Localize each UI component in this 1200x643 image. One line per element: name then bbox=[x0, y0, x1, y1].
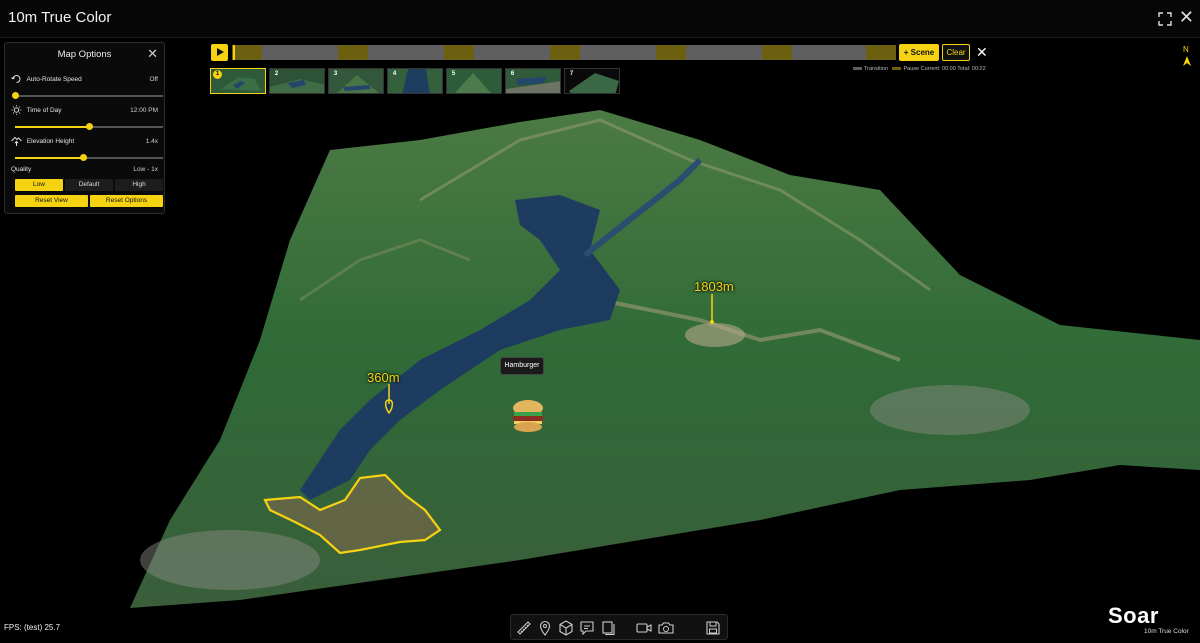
comment-icon[interactable] bbox=[578, 619, 596, 637]
brand-subtitle: 10m True Color bbox=[1144, 628, 1189, 635]
scene-thumb[interactable]: 1 bbox=[210, 68, 266, 94]
scene-number: 3 bbox=[333, 71, 338, 77]
auto-rotate-label: Auto-Rotate Speed bbox=[26, 76, 82, 83]
title-bar: 10m True Color ✕ bbox=[0, 0, 1200, 38]
elevation-height-slider[interactable] bbox=[15, 154, 163, 161]
legend-pause: Pause bbox=[903, 66, 920, 72]
brand-logo: Soar 10m True Color bbox=[1108, 603, 1196, 635]
elevation-height-label: Elevation Height bbox=[26, 138, 75, 145]
scene-number: 7 bbox=[569, 71, 574, 77]
fullscreen-icon[interactable] bbox=[1158, 12, 1172, 26]
camera-icon[interactable] bbox=[657, 619, 675, 637]
current-time: Current: 00:00 bbox=[920, 66, 956, 72]
time-of-day-row: Time of Day 12:00 PM bbox=[11, 105, 158, 117]
auto-rotate-slider[interactable] bbox=[12, 92, 163, 99]
scene-thumb[interactable]: 4 bbox=[387, 68, 443, 94]
panel-close-icon[interactable]: ✕ bbox=[147, 46, 158, 62]
legend-transition: Transition bbox=[864, 66, 888, 72]
scene-thumb[interactable]: 5 bbox=[446, 68, 502, 94]
time-of-day-slider[interactable] bbox=[15, 123, 163, 130]
scene-thumb[interactable]: 2 bbox=[269, 68, 325, 94]
total-time: Total: 00:22 bbox=[957, 66, 986, 72]
scene-thumb[interactable]: 6 bbox=[505, 68, 561, 94]
marker-tooltip: Hamburger bbox=[500, 357, 544, 375]
page-title: 10m True Color bbox=[8, 9, 112, 26]
map-options-panel: Map Options ✕ Auto-Rotate Speed Off Time… bbox=[4, 42, 165, 214]
timeline-cursor[interactable] bbox=[233, 45, 235, 60]
scene-number: 1 bbox=[213, 70, 222, 79]
rotate-icon bbox=[11, 75, 21, 84]
clear-button[interactable]: Clear bbox=[942, 44, 970, 61]
north-arrow-icon[interactable]: N bbox=[1180, 44, 1194, 68]
peak-elevation-label: 1803m bbox=[694, 279, 734, 294]
elevation-icon bbox=[11, 137, 22, 147]
map-toolbar bbox=[510, 614, 728, 640]
scene-number: 5 bbox=[451, 71, 456, 77]
video-icon[interactable] bbox=[635, 619, 653, 637]
pin-icon[interactable] bbox=[536, 619, 554, 637]
add-scene-button[interactable]: + Scene bbox=[899, 44, 939, 61]
play-button[interactable] bbox=[211, 44, 228, 61]
elevation-height-value: 1.4x bbox=[145, 138, 158, 145]
quality-default-button[interactable]: Default bbox=[65, 179, 113, 191]
elevation-height-row: Elevation Height 1.4x bbox=[11, 136, 158, 148]
quality-row: Quality Low - 1x bbox=[11, 164, 158, 176]
quality-high-button[interactable]: High bbox=[115, 179, 163, 191]
close-icon[interactable]: ✕ bbox=[1179, 8, 1194, 26]
terrain-map[interactable] bbox=[0, 39, 1200, 643]
layers-icon[interactable] bbox=[599, 619, 617, 637]
cube-icon[interactable] bbox=[557, 619, 575, 637]
scene-number: 6 bbox=[510, 71, 515, 77]
scene-number: 4 bbox=[392, 71, 397, 77]
ruler-icon[interactable] bbox=[515, 619, 533, 637]
reset-options-button[interactable]: Reset Options bbox=[90, 195, 163, 207]
auto-rotate-value: Off bbox=[149, 76, 158, 83]
quality-buttons: Low Default High bbox=[15, 179, 163, 191]
north-label: N bbox=[1183, 45, 1189, 54]
quality-label: Quality bbox=[11, 166, 32, 173]
reset-view-button[interactable]: Reset View bbox=[15, 195, 88, 207]
timeline-track[interactable] bbox=[232, 45, 896, 60]
save-icon[interactable] bbox=[704, 619, 722, 637]
reset-buttons: Reset View Reset Options bbox=[15, 195, 163, 207]
timeline-close-icon[interactable]: ✕ bbox=[976, 43, 988, 61]
scene-number: 2 bbox=[274, 71, 279, 77]
fps-counter: FPS: (test) 25.7 bbox=[4, 623, 61, 632]
scene-thumb[interactable]: 3 bbox=[328, 68, 384, 94]
scene-thumb[interactable]: 7 bbox=[564, 68, 620, 94]
quality-value: Low - 1x bbox=[133, 166, 158, 173]
panel-title: Map Options bbox=[57, 49, 112, 60]
brand-name: Soar bbox=[1108, 603, 1159, 628]
hamburger-marker[interactable] bbox=[513, 400, 543, 432]
time-of-day-value: 12:00 PM bbox=[130, 107, 158, 114]
quality-low-button[interactable]: Low bbox=[15, 179, 63, 191]
pin-elevation-label: 360m bbox=[367, 370, 400, 385]
sun-icon bbox=[11, 105, 22, 116]
auto-rotate-row: Auto-Rotate Speed Off bbox=[11, 74, 158, 86]
time-of-day-label: Time of Day bbox=[26, 107, 62, 114]
timeline-legend: Transition Pause Current: 00:00 Total: 0… bbox=[850, 66, 986, 72]
